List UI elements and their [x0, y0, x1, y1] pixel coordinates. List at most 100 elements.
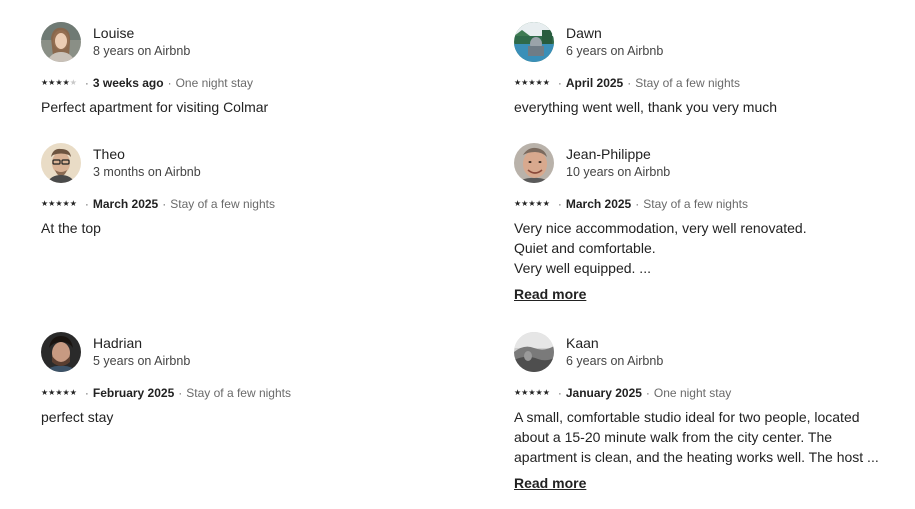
avatar[interactable] [41, 143, 81, 183]
review-text: At the top [41, 218, 441, 238]
reviewer-info: Hadrian 5 years on Airbnb [93, 335, 190, 370]
review-card: Kaan 6 years on Airbnb ★ ★ ★ ★ ★ · January 2… [514, 331, 894, 493]
avatar[interactable] [514, 143, 554, 183]
reviewer-name[interactable]: Jean-Philippe [566, 146, 670, 163]
review-text-line: about a 15-20 minute walk from the city … [514, 429, 833, 445]
reviewer-tenure: 8 years on Airbnb [93, 44, 191, 59]
reviewer-tenure: 6 years on Airbnb [566, 44, 664, 59]
review-text-line: Perfect apartment for visiting Colmar [41, 99, 269, 115]
separator: · [178, 386, 183, 400]
star-icon: ★ [55, 388, 63, 397]
review-header: Theo 3 months on Airbnb [41, 142, 441, 184]
review-card: Louise 8 years on Airbnb ★ ★ ★ ★ ★ · 3 weeks… [41, 21, 441, 117]
review-meta: ★ ★ ★ ★ ★ · March 2025 · Stay of a few night… [514, 197, 914, 211]
reviewer-info: Kaan 6 years on Airbnb [566, 335, 663, 370]
star-icon: ★ [521, 388, 529, 397]
avatar[interactable] [514, 22, 554, 62]
separator: · [557, 197, 562, 211]
star-icon: ★ [514, 78, 522, 87]
star-icon: ★ [41, 199, 49, 208]
avatar-photo-icon [514, 143, 554, 183]
review-card: Theo 3 months on Airbnb ★ ★ ★ ★ ★ · March 20… [41, 142, 441, 238]
review-meta: ★ ★ ★ ★ ★ · 3 weeks ago · One night stay [41, 76, 441, 90]
star-rating: ★ ★ ★ ★ ★ [514, 200, 550, 208]
star-icon: ★ [62, 78, 70, 87]
read-more-link[interactable]: Read more [514, 286, 586, 302]
reviewer-info: Theo 3 months on Airbnb [93, 146, 201, 181]
reviewer-tenure: 5 years on Airbnb [93, 354, 191, 369]
review-meta: ★ ★ ★ ★ ★ · April 2025 · Stay of a few night… [514, 76, 914, 90]
star-icon: ★ [542, 78, 550, 87]
star-icon: ★ [55, 199, 63, 208]
review-card: Hadrian 5 years on Airbnb ★ ★ ★ ★ ★ · Februa… [41, 331, 441, 427]
stay-type: Stay of a few nights [170, 197, 275, 211]
reviewer-name[interactable]: Louise [93, 25, 190, 42]
reviewer-info: Jean-Philippe 10 years on Airbnb [566, 146, 670, 181]
avatar-photo-icon [41, 332, 81, 372]
stay-type: One night stay [653, 386, 732, 400]
star-icon: ★ [55, 78, 63, 87]
stay-type: Stay of a few nights [186, 386, 291, 400]
avatar[interactable] [514, 332, 554, 372]
stay-type: Stay of a few nights [635, 76, 740, 90]
star-icon: ★ [48, 78, 56, 87]
star-icon: ★ [535, 199, 543, 208]
separator: · [627, 76, 632, 90]
review-text: Very nice accommodation, very well renov… [514, 218, 914, 278]
review-meta: ★ ★ ★ ★ ★ · March 2025 · Stay of a few night… [41, 197, 441, 211]
star-icon: ★ [69, 388, 77, 397]
review-date: March 2025 [565, 197, 632, 211]
avatar[interactable] [41, 332, 81, 372]
reviewer-tenure: 10 years on Airbnb [566, 165, 671, 180]
star-icon: ★ [62, 199, 70, 208]
review-text-line: At the top [41, 220, 101, 236]
star-icon: ★ [535, 388, 543, 397]
review-text-line: Very well equipped. ... [514, 260, 651, 276]
review-meta: ★ ★ ★ ★ ★ · January 2025 · One night stay [514, 386, 894, 400]
star-icon: ★ [41, 388, 49, 397]
reviewer-name[interactable]: Theo [93, 146, 201, 163]
separator: · [557, 386, 562, 400]
avatar-photo-icon [514, 332, 554, 372]
review-text: perfect stay [41, 407, 441, 427]
reviewer-name[interactable]: Kaan [566, 335, 663, 352]
stay-type: One night stay [175, 76, 253, 90]
star-icon: ★ [535, 78, 543, 87]
separator: · [167, 76, 172, 90]
review-card: Dawn 6 years on Airbnb ★ ★ ★ ★ ★ · April 202… [514, 21, 914, 117]
stay-type: Stay of a few nights [643, 197, 748, 211]
star-icon: ★ [69, 199, 77, 208]
separator: · [635, 197, 640, 211]
star-icon: ★ [514, 388, 522, 397]
review-card: Jean-Philippe 10 years on Airbnb ★ ★ ★ ★ ★ ·… [514, 142, 914, 304]
review-text-line: everything went well, thank you very muc… [514, 99, 778, 115]
reviewer-info: Dawn 6 years on Airbnb [566, 25, 663, 60]
reviewer-tenure: 3 months on Airbnb [93, 165, 201, 180]
avatar-photo-icon [514, 22, 554, 62]
review-date: 3 weeks ago [92, 76, 164, 90]
star-icon: ★ [48, 199, 56, 208]
star-icon: ★ [62, 388, 70, 397]
star-icon: ★ [521, 78, 529, 87]
star-rating: ★ ★ ★ ★ ★ [41, 79, 77, 87]
review-text-line: Quiet and comfortable. [514, 240, 656, 256]
review-text-line: perfect stay [41, 409, 114, 425]
star-icon: ★ [514, 199, 522, 208]
review-text-line: A small, comfortable studio ideal for tw… [514, 409, 860, 425]
separator: · [645, 386, 650, 400]
review-date: February 2025 [92, 386, 175, 400]
separator: · [557, 76, 562, 90]
reviewer-name[interactable]: Dawn [566, 25, 663, 42]
star-icon: ★ [542, 199, 550, 208]
star-icon: ★ [528, 388, 536, 397]
star-rating: ★ ★ ★ ★ ★ [514, 389, 550, 397]
star-icon: ★ [528, 78, 536, 87]
separator: · [162, 197, 167, 211]
star-icon: ★ [69, 78, 77, 87]
reviewer-name[interactable]: Hadrian [93, 335, 190, 352]
review-header: Jean-Philippe 10 years on Airbnb [514, 142, 914, 184]
review-date: March 2025 [92, 197, 159, 211]
avatar[interactable] [41, 22, 81, 62]
read-more-link[interactable]: Read more [514, 475, 586, 491]
star-icon: ★ [542, 388, 550, 397]
